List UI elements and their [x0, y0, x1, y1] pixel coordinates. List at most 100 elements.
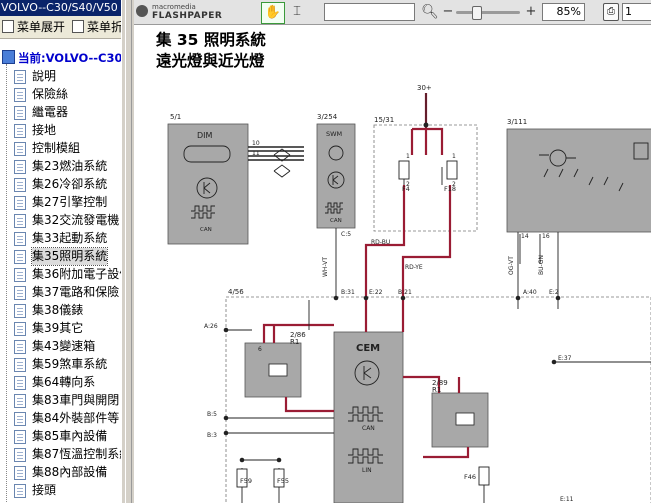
collapse-menu-button[interactable]: 菜单折	[72, 19, 121, 35]
tree-item[interactable]: 集85車內設備	[0, 428, 121, 445]
document-icon	[14, 340, 26, 354]
print-icon: ⎙	[607, 6, 615, 17]
tree-item-label: 集36附加電子設備	[32, 267, 122, 281]
pin-6-label: 6	[258, 346, 262, 353]
panel-splitter[interactable]	[121, 0, 135, 503]
tree-item[interactable]: 集32交流發電機	[0, 212, 121, 229]
tree-item[interactable]: 集35照明系統	[0, 247, 121, 266]
tree-item[interactable]: 集43變速箱	[0, 338, 121, 355]
document-icon	[14, 142, 26, 156]
tree-item[interactable]: 集33起動系統	[0, 230, 121, 247]
book-icon	[2, 50, 15, 64]
expand-menu-button[interactable]: 菜单展开	[2, 19, 65, 35]
tree-item-label: 集26冷卻系統	[32, 177, 108, 191]
tree-item[interactable]: 接頭	[0, 482, 121, 499]
conn-e22-label: E:22	[369, 289, 383, 296]
select-icon: ⌶	[293, 4, 301, 19]
tree-item-label: 集88內部設備	[32, 465, 108, 479]
select-tool-button[interactable]: ⌶	[288, 3, 306, 21]
collapse-icon	[72, 20, 84, 33]
tree-item[interactable]: 集36附加電子設備	[0, 266, 121, 283]
swm-label: SWM	[326, 130, 342, 138]
tree-item-label: 說明	[32, 69, 57, 83]
tree-item[interactable]: 接地	[0, 122, 121, 139]
tree-item[interactable]: 集87恆溫控制系統	[0, 446, 121, 463]
hand-tool-button[interactable]: ✋	[261, 2, 285, 24]
fuse-f46-label: F46	[464, 473, 476, 481]
tree-item[interactable]: 保險絲	[0, 86, 121, 103]
tree-item[interactable]: 集84外裝部件等	[0, 410, 121, 427]
tree-item-label: 集83車門與開閉	[32, 393, 120, 407]
page-number-input[interactable]: 1	[622, 3, 651, 21]
tree-item-label: 集59煞車系統	[32, 357, 108, 371]
tree-item-label: 集32交流發電機	[32, 213, 120, 227]
tree-item[interactable]: 集64轉向系	[0, 374, 121, 391]
tree-item-label: 集33起動系統	[32, 231, 108, 245]
viewer-toolbar: macromedia FLASHPAPER ✋ ⌶ 🔍︎ − + 85% ⎙ 1	[134, 0, 651, 25]
cem-box-id-label: 4/56	[228, 288, 244, 296]
conn-b21-label: B:21	[398, 289, 412, 296]
document-icon	[14, 70, 26, 84]
tree-root[interactable]: 当前:VOLVO--C30	[0, 50, 121, 68]
tree-item-label: 集38儀錶	[32, 303, 84, 317]
tree-item[interactable]: 集59煞車系統	[0, 356, 121, 373]
document-icon	[14, 448, 26, 462]
tree-item[interactable]: 集37電路和保險	[0, 284, 121, 301]
pin-2b-label: 2	[452, 181, 456, 188]
macromedia-logo-icon	[136, 5, 148, 17]
dim-id-label: 5/1	[170, 113, 181, 121]
tree-item[interactable]: 集38儀錶	[0, 302, 121, 319]
swm-id-label: 3/254	[317, 113, 338, 121]
zoom-level-input[interactable]: 85%	[542, 3, 585, 21]
conn-a40-label: A:40	[523, 289, 537, 296]
pin-2a-label: 2	[406, 181, 410, 188]
relay2-r-label: R1	[432, 386, 441, 394]
cem-can-label: CAN	[362, 425, 375, 432]
tree-item-label: 集23燃油系統	[32, 159, 108, 173]
tree-item[interactable]: 集26冷卻系統	[0, 176, 121, 193]
wire-rd-bu-label: RD-BU	[371, 239, 390, 246]
document-icon	[14, 124, 26, 138]
splitter-grip	[125, 0, 132, 503]
conn-e11-label: E:11	[560, 496, 574, 503]
search-icon: 🔍︎	[421, 4, 439, 20]
tree-item[interactable]: 集83車門與開閉	[0, 392, 121, 409]
zoom-out-button[interactable]: −	[442, 3, 454, 21]
expand-menu-label: 菜单展开	[17, 20, 66, 34]
tree-item[interactable]: 控制模組	[0, 140, 121, 157]
print-button[interactable]: ⎙	[603, 3, 619, 21]
wiring-diagram: 5/1 DIM CAN 3/254 SWM CAN 15/31 30+ F4 F…	[167, 84, 651, 503]
pin-16-label: 16	[542, 233, 550, 240]
flashpaper-logo: macromedia FLASHPAPER	[152, 3, 222, 21]
tree-item[interactable]: 集27引擎控制	[0, 194, 121, 211]
zoom-slider[interactable]	[456, 6, 520, 20]
zoom-slider-knob[interactable]	[472, 6, 482, 20]
conn-b5-label: B:5	[207, 411, 217, 418]
tree-item[interactable]: 說明	[0, 68, 121, 85]
pin-14-label: 14	[521, 233, 529, 240]
tree-item[interactable]: 繼電器	[0, 104, 121, 121]
tree-toolbar: 菜单展开 菜单折	[0, 16, 121, 39]
document-icon	[14, 160, 26, 174]
right-box-id-label: 3/111	[507, 118, 527, 126]
document-icon	[14, 322, 26, 336]
zoom-in-button[interactable]: +	[525, 3, 537, 21]
supply-label: 30+	[417, 84, 432, 92]
pin-10-label: 10	[252, 140, 260, 147]
conn-b3-label: B:3	[207, 432, 217, 439]
tree-item-label: 集64轉向系	[32, 375, 96, 389]
search-button[interactable]: 🔍︎	[421, 3, 439, 21]
tree-item[interactable]: 集23燃油系統	[0, 158, 121, 175]
document-icon	[14, 250, 26, 264]
tree-item-label: 集87恆溫控制系統	[32, 447, 122, 461]
search-input[interactable]	[324, 3, 415, 21]
tree-item[interactable]: 集39其它	[0, 320, 121, 337]
tree-item-label: 繼電器	[32, 105, 69, 119]
tree-item[interactable]: 集88內部設備	[0, 464, 121, 481]
document-icon	[14, 394, 26, 408]
dim-label: DIM	[197, 131, 213, 140]
document-page[interactable]: 集 35 照明系統 遠光燈與近光燈 5/1 DIM CAN 3/254 SWM …	[134, 25, 651, 503]
pin-11-label: 11	[252, 150, 260, 157]
collapse-menu-label: 菜单折	[87, 20, 121, 34]
document-icon	[14, 304, 26, 318]
